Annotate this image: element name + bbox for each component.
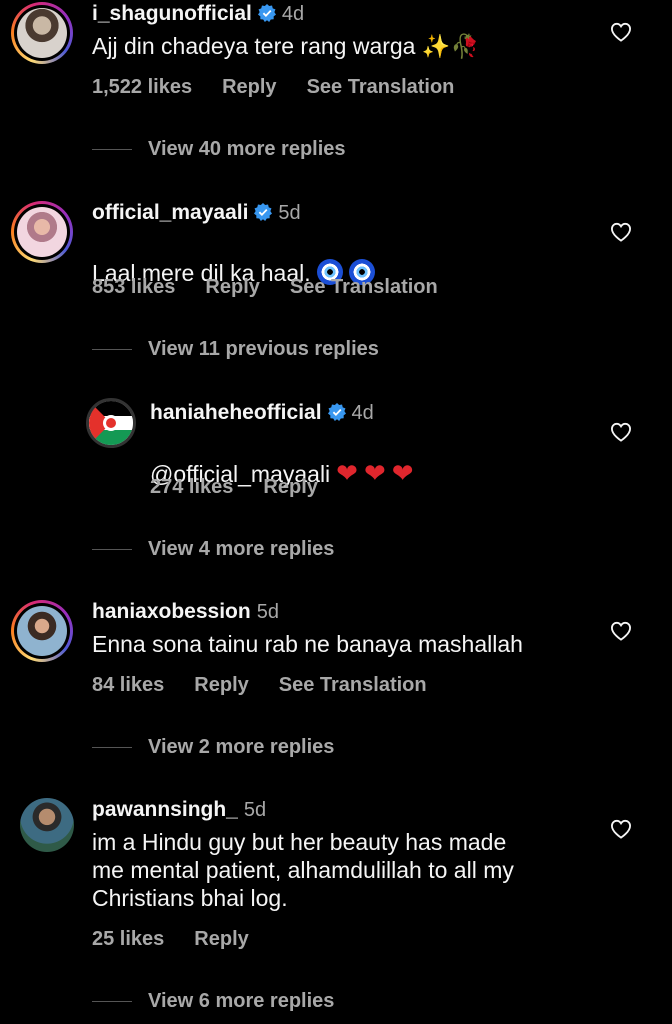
likes-count[interactable]: 84 likes (92, 674, 164, 696)
verified-badge-icon (258, 4, 276, 22)
flag-avatar-icon (89, 401, 133, 445)
reply-button[interactable]: Reply (194, 928, 248, 950)
like-heart-icon[interactable] (610, 222, 632, 242)
reply-button[interactable]: Reply (205, 276, 259, 298)
likes-count[interactable]: 1,522 likes (92, 76, 192, 98)
likes-count[interactable]: 274 likes (150, 476, 233, 498)
comment-username[interactable]: official_mayaali (92, 201, 248, 224)
like-heart-icon[interactable] (610, 621, 632, 641)
reply-button[interactable]: Reply (222, 76, 276, 98)
reply-button[interactable]: Reply (263, 476, 317, 498)
see-translation-button[interactable]: See Translation (290, 276, 438, 298)
view-more-replies-label: View 11 previous replies (148, 338, 379, 360)
divider-line (92, 549, 132, 551)
likes-count[interactable]: 853 likes (92, 276, 175, 298)
comment-time: 4d (281, 3, 305, 25)
like-heart-icon[interactable] (610, 422, 632, 442)
view-more-replies-label: View 40 more replies (148, 138, 346, 160)
view-more-replies-button[interactable]: View 2 more replies (92, 736, 334, 759)
view-more-replies-button[interactable]: View 6 more replies (92, 990, 334, 1013)
avatar[interactable] (11, 600, 73, 662)
view-more-replies-label: View 2 more replies (148, 736, 335, 758)
divider-line (92, 349, 132, 351)
avatar[interactable] (86, 398, 136, 448)
comment-time: 5d (256, 601, 279, 623)
like-heart-icon[interactable] (610, 819, 632, 839)
red-heart-icon: ❤ (391, 458, 414, 488)
view-previous-replies-button[interactable]: View 11 previous replies (92, 338, 379, 361)
red-heart-icon: ❤ (363, 458, 386, 488)
comment-username[interactable]: haniaxobession (92, 600, 251, 623)
view-more-replies-label: View 6 more replies (148, 990, 335, 1012)
divider-line (92, 747, 132, 749)
comment-text: im a Hindu guy but her beauty has made m… (92, 829, 514, 911)
avatar[interactable] (11, 2, 73, 64)
comment-text: Enna sona tainu rab ne banaya mashallah (92, 631, 523, 657)
like-heart-icon[interactable] (610, 22, 632, 42)
reply-button[interactable]: Reply (194, 674, 248, 696)
see-translation-button[interactable]: See Translation (307, 76, 455, 98)
comment-username[interactable]: haniaheheofficial (150, 401, 322, 424)
verified-badge-icon (254, 203, 272, 221)
view-more-replies-label: View 4 more replies (148, 538, 335, 560)
comment-username[interactable]: i_shagunofficial (92, 2, 252, 25)
comment-username[interactable]: pawannsingh_ (92, 798, 238, 821)
comment-text: Ajj din chadeya tere rang warga ✨🥀 (92, 33, 480, 59)
comment-time: 5d (243, 799, 267, 821)
verified-badge-icon (328, 403, 346, 421)
divider-line (92, 149, 132, 151)
divider-line (92, 1001, 132, 1003)
comment-time: 5d (278, 202, 301, 224)
avatar[interactable] (11, 201, 73, 263)
avatar[interactable] (20, 798, 74, 852)
see-translation-button[interactable]: See Translation (279, 674, 427, 696)
view-more-replies-button[interactable]: View 4 more replies (92, 538, 334, 561)
view-more-replies-button[interactable]: View 40 more replies (92, 138, 346, 161)
likes-count[interactable]: 25 likes (92, 928, 164, 950)
comment-time: 4d (351, 402, 374, 424)
